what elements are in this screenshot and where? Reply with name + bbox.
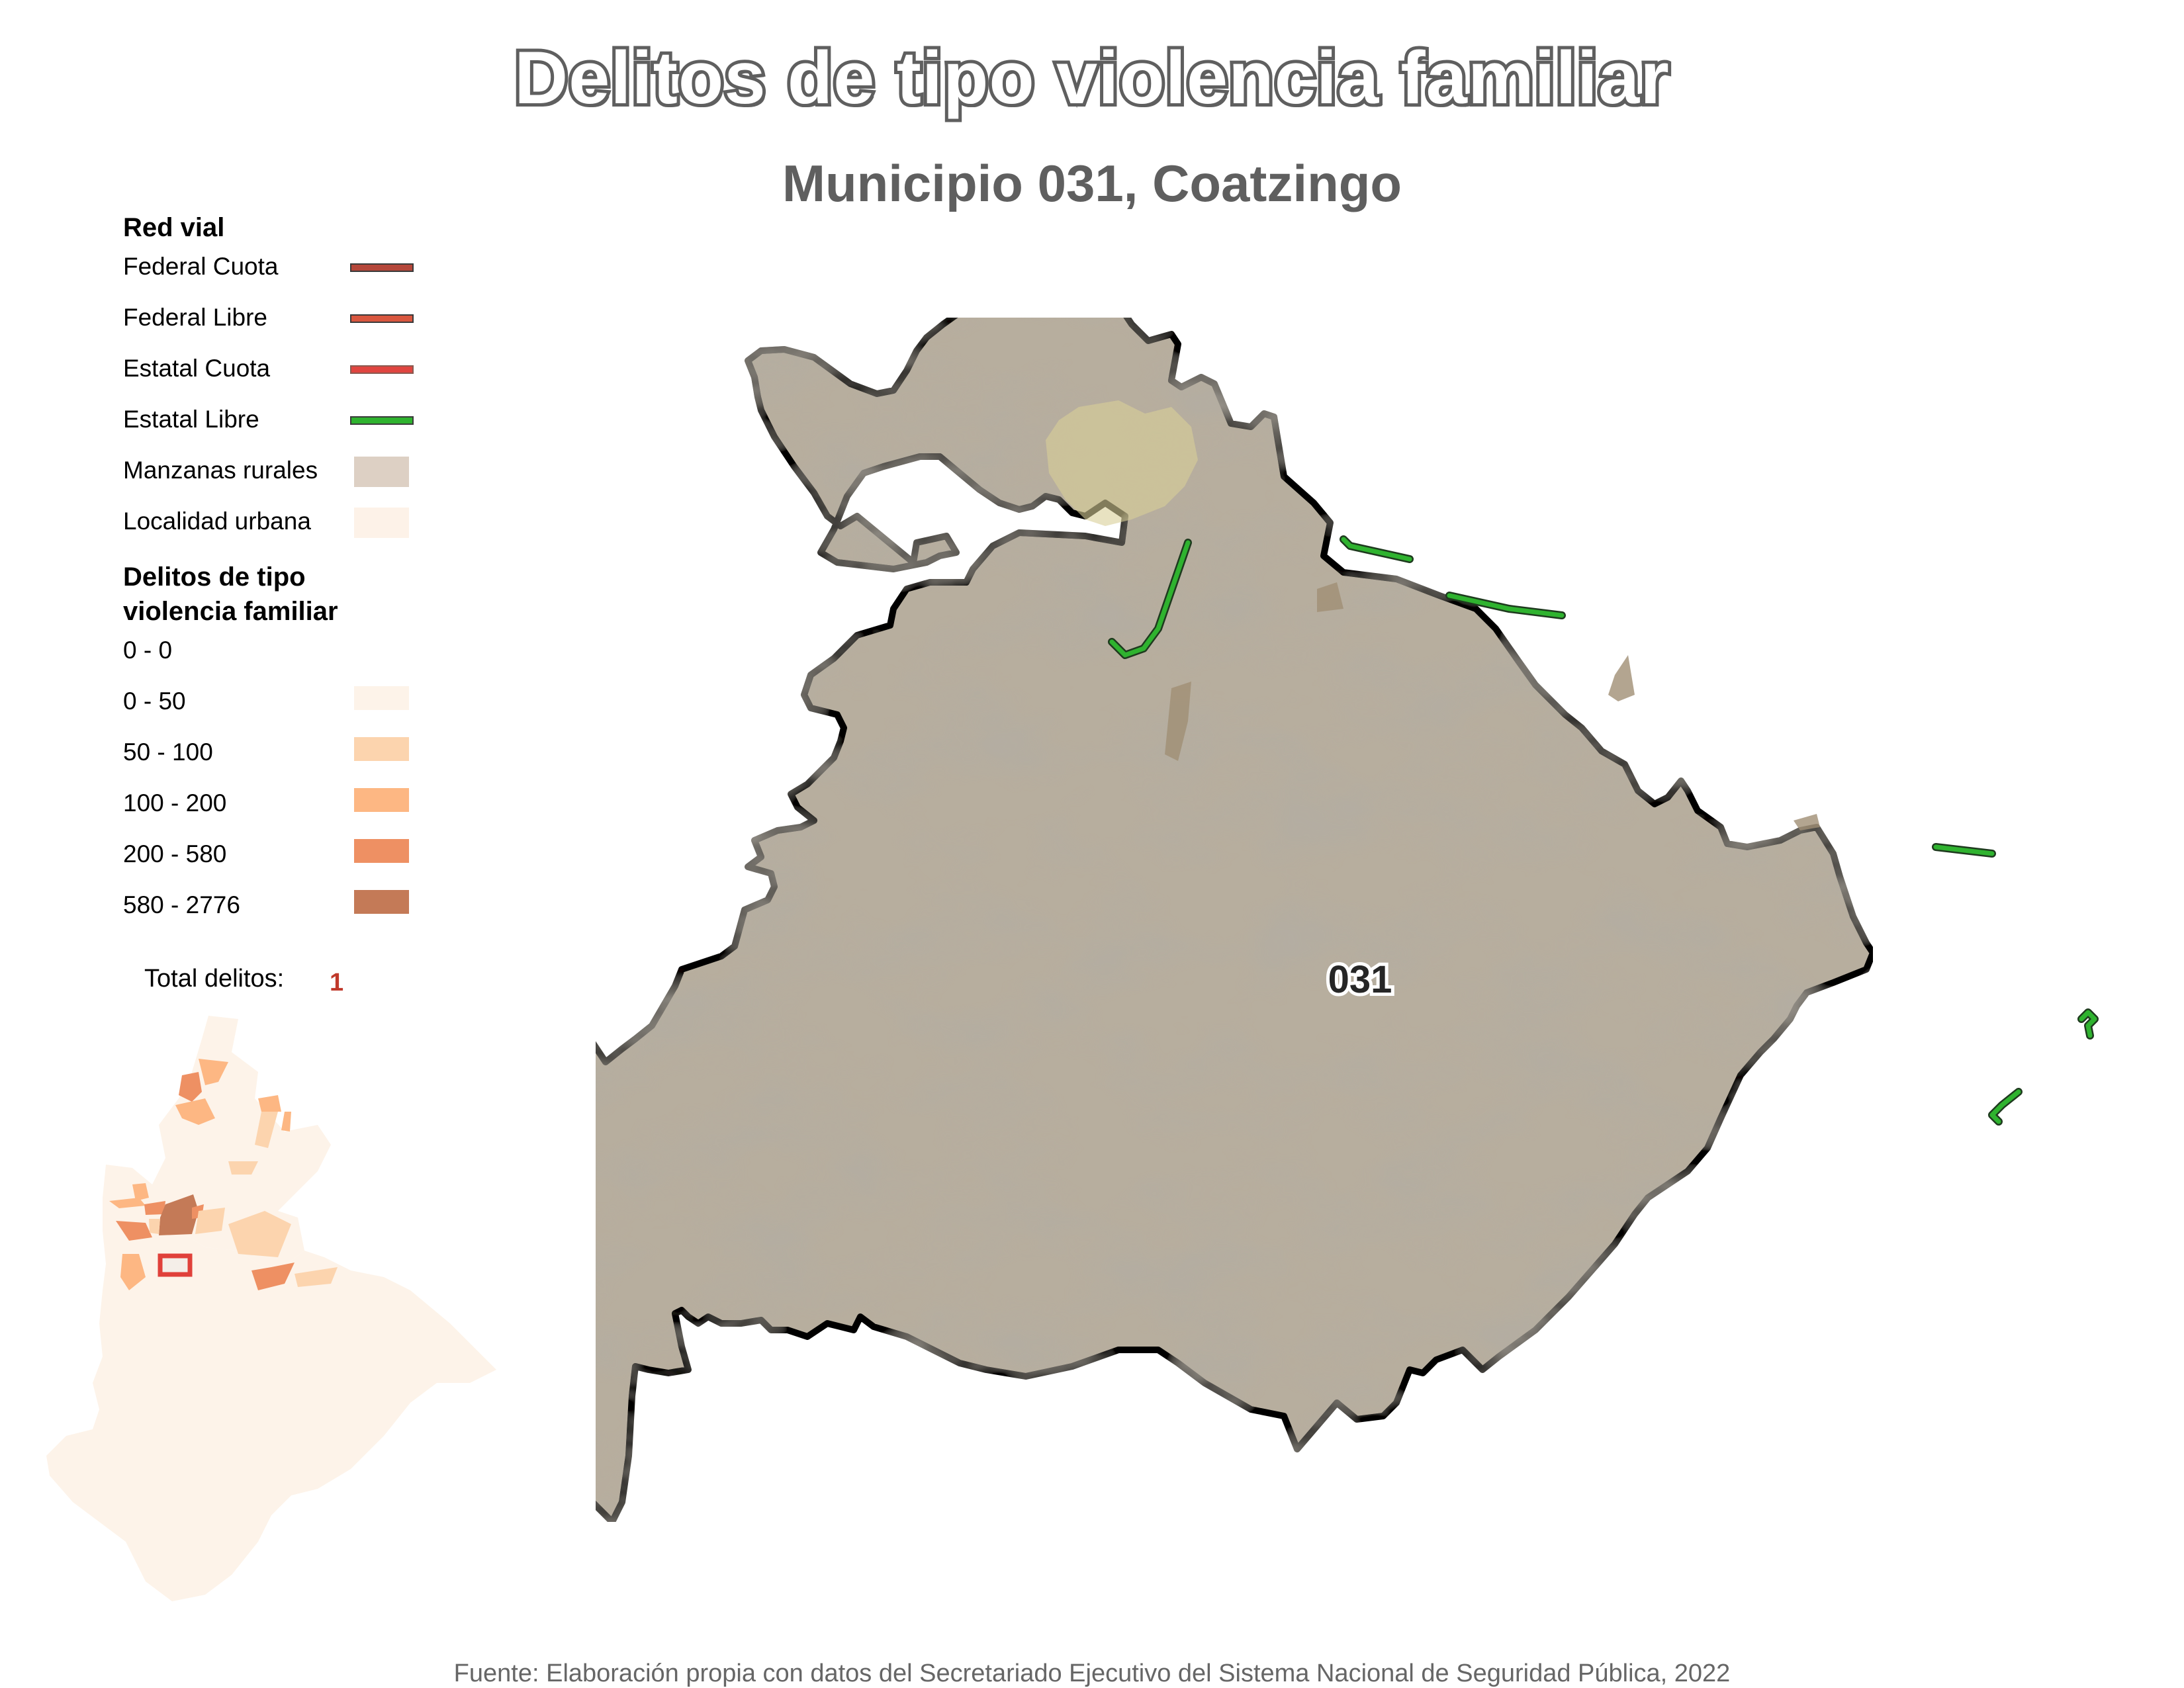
legend-label: 0 - 50	[123, 688, 186, 715]
inset-muni-class-2	[195, 1208, 225, 1234]
inset-muni-class-2	[149, 1219, 160, 1234]
rural-block	[1608, 655, 1635, 701]
road-line-swatch	[350, 314, 414, 323]
class-swatch	[354, 737, 409, 761]
legend-label: 100 - 200	[123, 789, 227, 817]
legend-label: Estatal Libre	[123, 406, 259, 433]
legend-label: 50 - 100	[123, 738, 213, 766]
legend-crime-heading-1: Delitos de tipo	[123, 562, 306, 592]
legend-label: 200 - 580	[123, 840, 227, 867]
legend-class-2: 50 - 100	[123, 731, 428, 781]
municipality-031[interactable]	[596, 318, 1876, 1525]
area-swatch	[354, 508, 409, 538]
map-subtitle: Municipio 031, Coatzingo	[782, 154, 1402, 212]
class-swatch	[354, 890, 409, 914]
legend-class-1: 0 - 50	[123, 680, 428, 731]
legend-road-heading: Red vial	[123, 213, 225, 242]
source-footer: Fuente: Elaboración propia con datos del…	[453, 1660, 1731, 1687]
main-map: 031	[596, 318, 2099, 1525]
legend-item-federal-cuota: Federal Cuota	[123, 245, 428, 296]
area-swatch	[354, 457, 409, 487]
inset-muni-class-3	[281, 1112, 291, 1132]
legend-crime-heading-2: violencia familiar	[123, 597, 338, 626]
legend-label: Manzanas rurales	[123, 457, 318, 484]
road-estatal-libre	[1933, 844, 1995, 856]
road-line-swatch	[350, 263, 414, 272]
inset-locator-map	[46, 1016, 496, 1601]
legend-item-manzanas-rurales: Manzanas rurales	[123, 449, 428, 500]
legend-label: Federal Libre	[123, 304, 268, 331]
total-delitos-label: Total delitos:	[144, 965, 285, 993]
legend-class-0: 0 - 0	[123, 629, 428, 680]
legend-class-3: 100 - 200	[123, 781, 428, 832]
class-swatch	[354, 788, 409, 812]
legend-item-estatal-cuota: Estatal Cuota	[123, 347, 428, 398]
road-line-swatch	[350, 365, 414, 374]
inset-highlight-box	[158, 1253, 193, 1277]
legend-label: 0 - 0	[123, 637, 173, 664]
legend-item-localidad-urbana: Localidad urbana	[123, 500, 428, 551]
legend-item-estatal-libre: Estatal Libre	[123, 398, 428, 449]
legend-label: Federal Cuota	[123, 253, 279, 280]
total-delitos-value: 1	[330, 969, 344, 997]
municipality-boundary[interactable]	[596, 318, 1876, 1525]
class-swatch	[354, 839, 409, 863]
inset-muni-class-3	[258, 1095, 281, 1112]
legend-item-federal-libre: Federal Libre	[123, 296, 428, 347]
legend-class-5: 580 - 2776	[123, 883, 428, 934]
legend-class-4: 200 - 580	[123, 832, 428, 883]
class-swatch	[354, 686, 409, 710]
road-line-swatch	[350, 416, 414, 425]
municipality-label: 031	[1328, 958, 1392, 1001]
legend-label: Localidad urbana	[123, 508, 311, 535]
legend-label: 580 - 2776	[123, 891, 240, 918]
legend: Red vial Federal Cuota Federal Libre Est…	[123, 210, 428, 934]
legend-label: Estatal Cuota	[123, 355, 271, 382]
map-title: Delitos de tipo violencia familiar	[511, 36, 1672, 119]
